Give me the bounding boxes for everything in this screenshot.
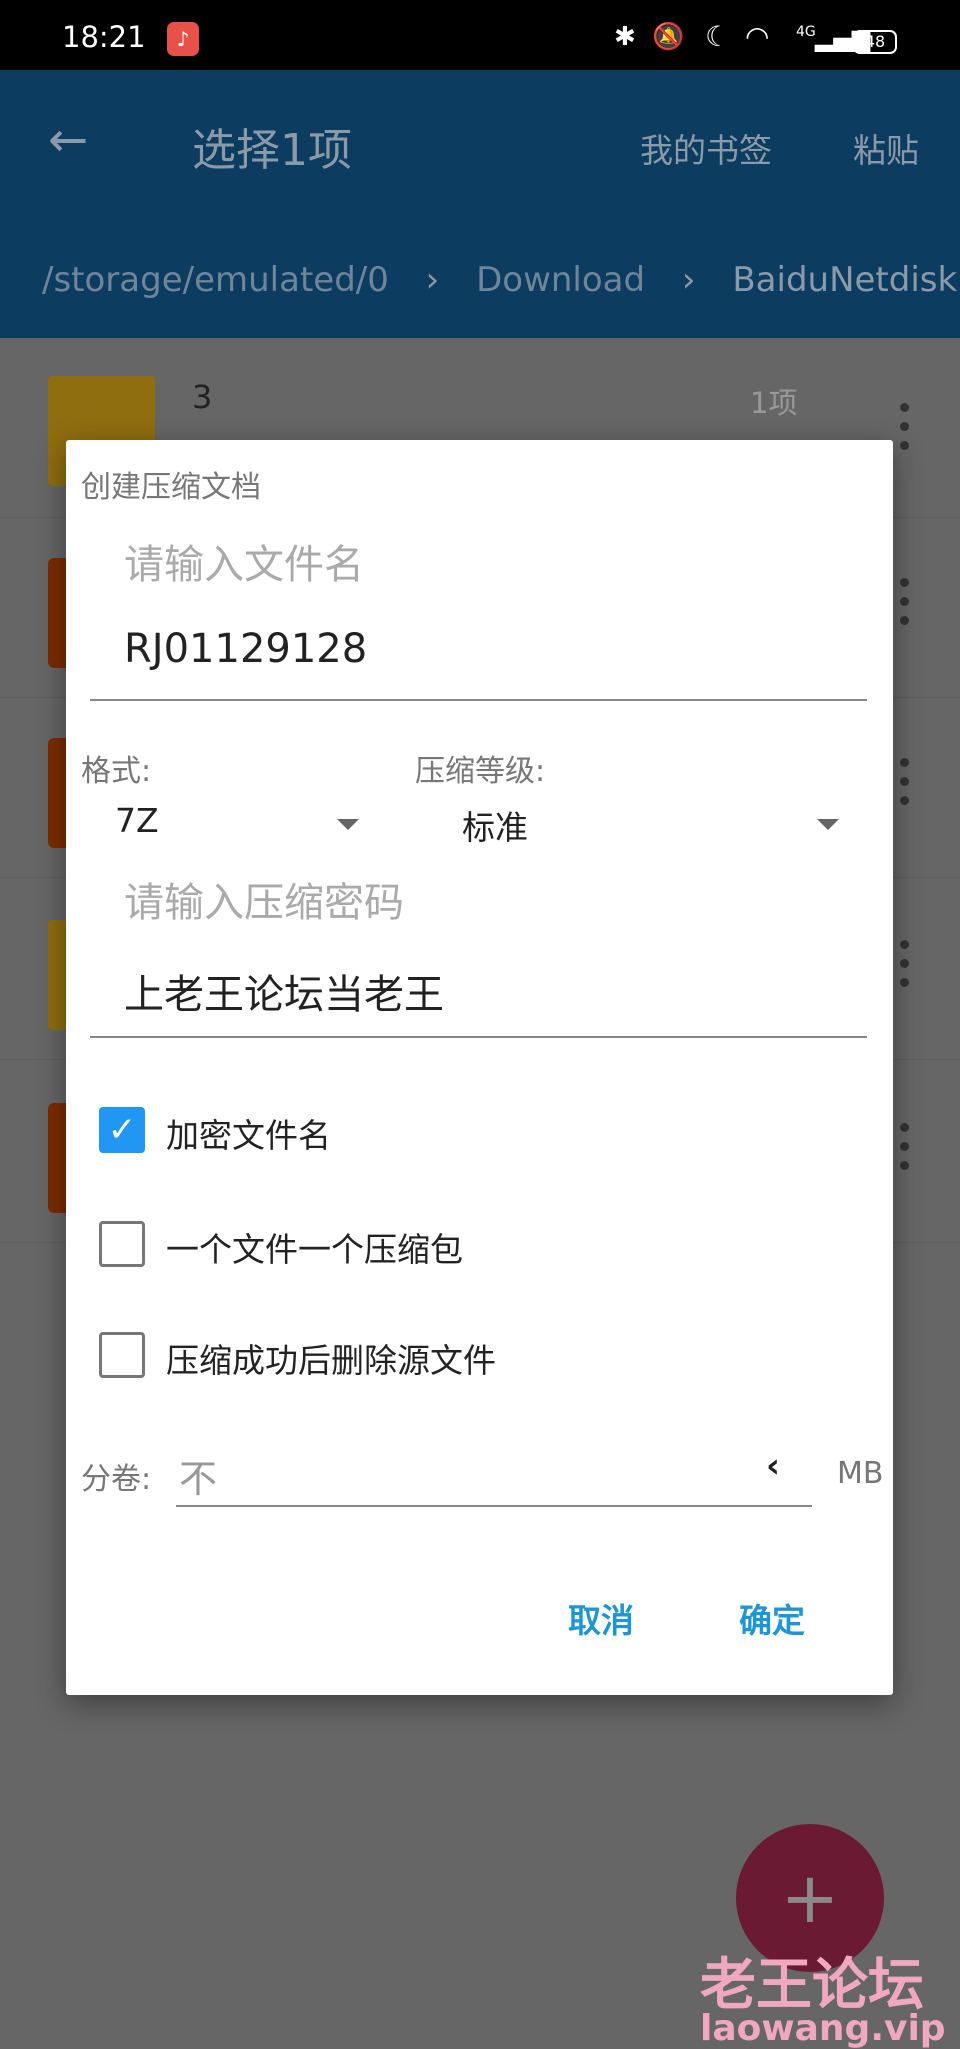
app-bar: ← 选择1项 我的书签 粘贴 /storage/emulated/0 › Dow… — [0, 70, 960, 338]
checkbox-icon[interactable] — [99, 1221, 145, 1267]
password-underline — [90, 1036, 867, 1038]
more-icon[interactable] — [900, 930, 910, 997]
create-archive-dialog: 创建压缩文档 请输入文件名 RJ01129128 格式: 压缩等级: 7Z 标准… — [66, 440, 893, 1695]
chevron-right-icon: › — [681, 260, 696, 300]
wifi-icon: ◠ — [745, 20, 770, 53]
breadcrumb-item[interactable]: Download — [476, 260, 645, 300]
password-hint: 请输入压缩密码 — [124, 880, 404, 926]
filename-underline — [90, 699, 867, 701]
mute-icon: 🔕 — [652, 22, 685, 52]
status-bar: 18:21 ♪ ✱ 🔕 ☾ ◠ 4G ▂▄▆ 48 — [0, 0, 960, 70]
cancel-button[interactable]: 取消 — [568, 1594, 634, 1642]
battery-icon: 48 — [853, 30, 897, 54]
level-value: 标准 — [462, 808, 528, 847]
watermark-url: laowang.vip — [700, 2008, 946, 2049]
level-select[interactable]: 标准 — [462, 797, 852, 857]
checkbox-label: 加密文件名 — [166, 1116, 331, 1155]
format-value: 7Z — [115, 801, 159, 840]
breadcrumb: /storage/emulated/0 › Download › BaiduNe… — [42, 260, 957, 300]
split-underline — [176, 1505, 812, 1507]
ok-button[interactable]: 确定 — [739, 1594, 805, 1642]
filename-hint: 请输入文件名 — [124, 542, 364, 588]
more-icon[interactable] — [900, 1113, 910, 1180]
chevron-right-icon: › — [425, 260, 440, 300]
page-title: 选择1项 — [192, 125, 352, 176]
bookmarks-button[interactable]: 我的书签 — [640, 124, 772, 172]
format-label: 格式: — [81, 754, 152, 789]
chevron-left-icon[interactable]: ‹ — [766, 1446, 780, 1486]
checkbox-label: 一个文件一个压缩包 — [166, 1230, 463, 1269]
more-icon[interactable] — [900, 393, 910, 460]
dropdown-arrow-icon — [337, 819, 359, 830]
more-icon[interactable] — [900, 568, 910, 635]
split-input[interactable]: 不 — [179, 1448, 217, 1503]
clock: 18:21 — [62, 20, 146, 54]
signal-icon: 4G — [796, 24, 816, 40]
split-label: 分卷: — [81, 1462, 152, 1497]
item-info: 1项 — [750, 386, 798, 420]
moon-icon: ☾ — [705, 20, 731, 53]
breadcrumb-item[interactable]: /storage/emulated/0 — [42, 260, 389, 300]
breadcrumb-item[interactable]: BaiduNetdisk — [732, 260, 957, 300]
paste-button[interactable]: 粘贴 — [853, 124, 919, 172]
item-name: 3 — [192, 378, 213, 416]
more-icon[interactable] — [900, 748, 910, 815]
back-arrow-icon[interactable]: ← — [48, 112, 88, 168]
music-app-icon: ♪ — [167, 22, 199, 56]
split-unit: MB — [837, 1456, 884, 1491]
checkbox-label: 压缩成功后删除源文件 — [166, 1341, 496, 1380]
bluetooth-icon: ✱ — [614, 22, 636, 52]
format-select[interactable]: 7Z — [115, 797, 435, 857]
dropdown-arrow-icon — [817, 819, 839, 830]
dialog-title: 创建压缩文档 — [81, 470, 261, 505]
level-label: 压缩等级: — [415, 754, 546, 789]
checkbox-checked-icon[interactable]: ✓ — [99, 1107, 145, 1153]
checkbox-icon[interactable] — [99, 1332, 145, 1378]
filename-input[interactable]: RJ01129128 — [124, 626, 367, 672]
password-input[interactable]: 上老王论坛当老王 — [124, 962, 444, 1020]
